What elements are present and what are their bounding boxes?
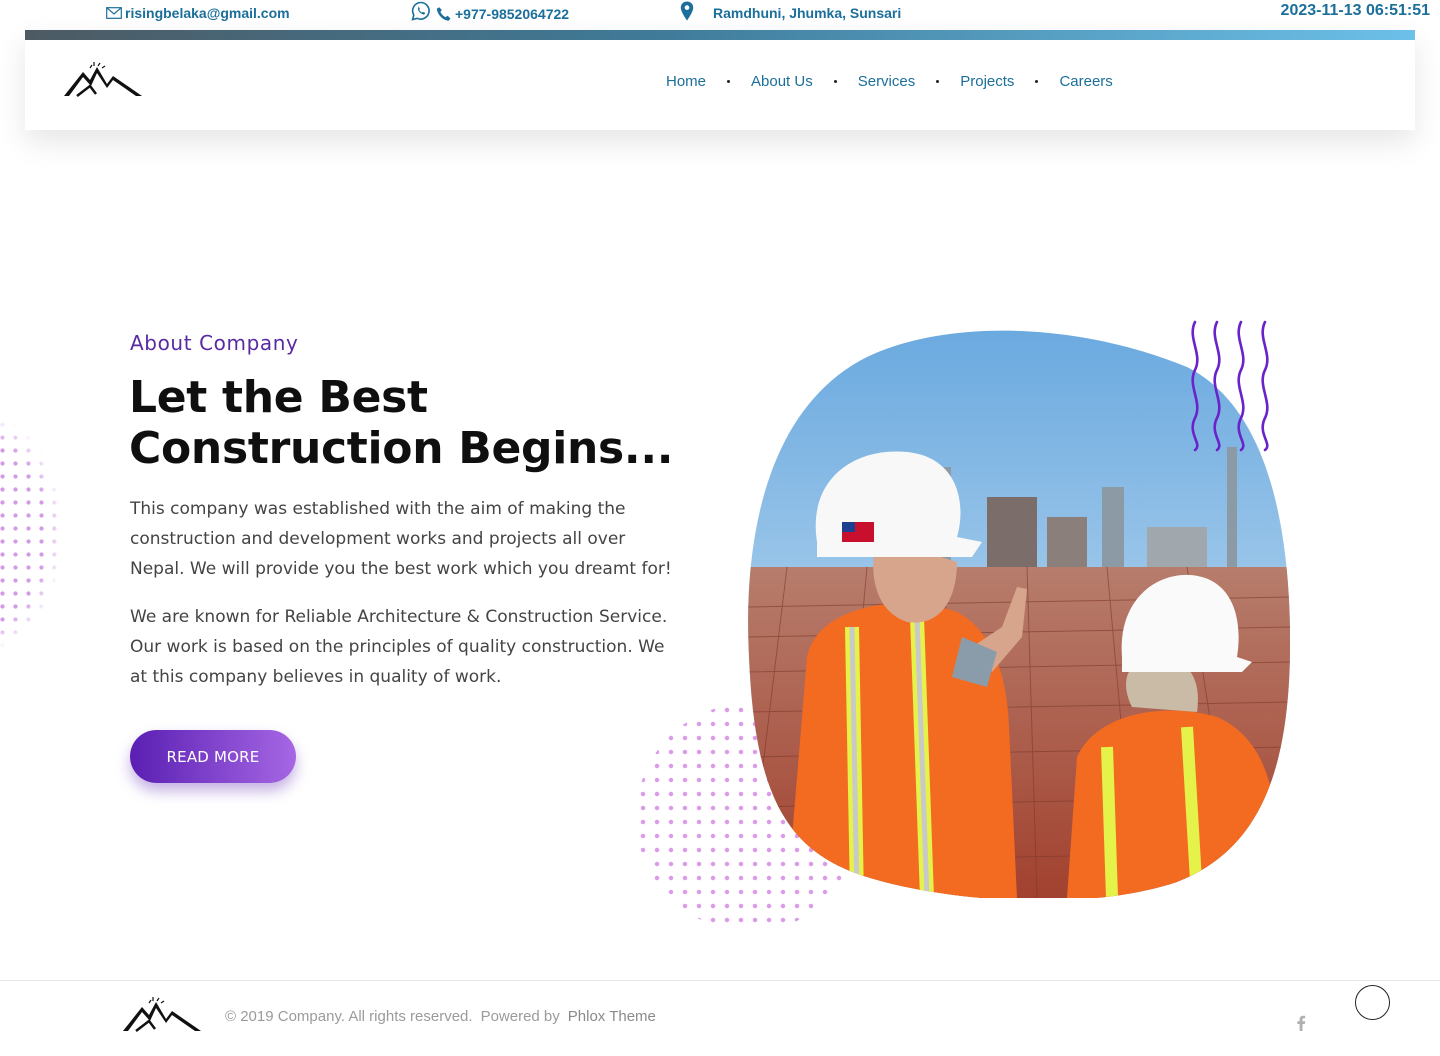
contact-address-text: Ramdhuni, Jhumka, Sunsari xyxy=(713,5,902,21)
contact-phone-text[interactable]: +977-9852064722 xyxy=(455,6,569,22)
nav-separator xyxy=(1035,80,1039,83)
nav-projects[interactable]: Projects xyxy=(960,73,1014,90)
site-header: Home About Us Services Projects Careers xyxy=(25,30,1415,130)
contact-bar: risingbelaka@gmail.com +977-9852064722 R… xyxy=(0,0,1440,30)
contact-email-text[interactable]: risingbelaka@gmail.com xyxy=(125,5,290,21)
scroll-top-button[interactable] xyxy=(1355,985,1390,1020)
wave-lines-decoration xyxy=(1191,320,1269,452)
contact-email[interactable]: risingbelaka@gmail.com xyxy=(106,5,290,21)
footer-mountain-logo[interactable] xyxy=(122,993,202,1033)
nav-separator xyxy=(936,80,940,83)
nav-about-us[interactable]: About Us xyxy=(751,73,813,90)
nav-careers[interactable]: Careers xyxy=(1059,73,1112,90)
current-datetime: 2023-11-13 06:51:51 xyxy=(1280,2,1430,19)
hero-paragraph-2: We are known for Reliable Architecture &… xyxy=(130,607,668,687)
whatsapp-icon xyxy=(411,1,430,21)
dot-pattern-decoration xyxy=(0,418,62,648)
main-nav: Home About Us Services Projects Careers xyxy=(666,73,1113,90)
nav-home[interactable]: Home xyxy=(666,73,706,90)
footer-divider xyxy=(0,980,1440,981)
contact-address: Ramdhuni, Jhumka, Sunsari xyxy=(680,0,901,21)
phone-icon xyxy=(436,7,451,21)
hero-paragraph-1: This company was established with the ai… xyxy=(130,499,672,579)
header-gradient-bar xyxy=(25,30,1415,40)
copyright-text: © 2019 Company. All rights reserved. xyxy=(225,1008,473,1025)
page: risingbelaka@gmail.com +977-9852064722 R… xyxy=(0,0,1440,1056)
mountain-logo[interactable] xyxy=(63,58,143,98)
contact-phone[interactable]: +977-9852064722 xyxy=(411,0,569,22)
section-eyebrow: About Company xyxy=(130,331,299,355)
nav-services[interactable]: Services xyxy=(858,73,916,90)
footer-copyright: © 2019 Company. All rights reserved. Pow… xyxy=(225,1008,656,1025)
read-more-button[interactable]: READ MORE xyxy=(130,730,296,783)
theme-link[interactable]: Phlox Theme xyxy=(568,1008,656,1025)
hero-headline: Let the Best Construction Begins... xyxy=(129,372,674,474)
nav-separator xyxy=(833,80,837,83)
facebook-icon[interactable] xyxy=(1296,1015,1306,1031)
nav-separator xyxy=(727,80,731,83)
powered-by-text: Powered by xyxy=(480,1008,560,1025)
map-pin-icon xyxy=(680,1,694,20)
envelope-icon xyxy=(106,7,122,19)
